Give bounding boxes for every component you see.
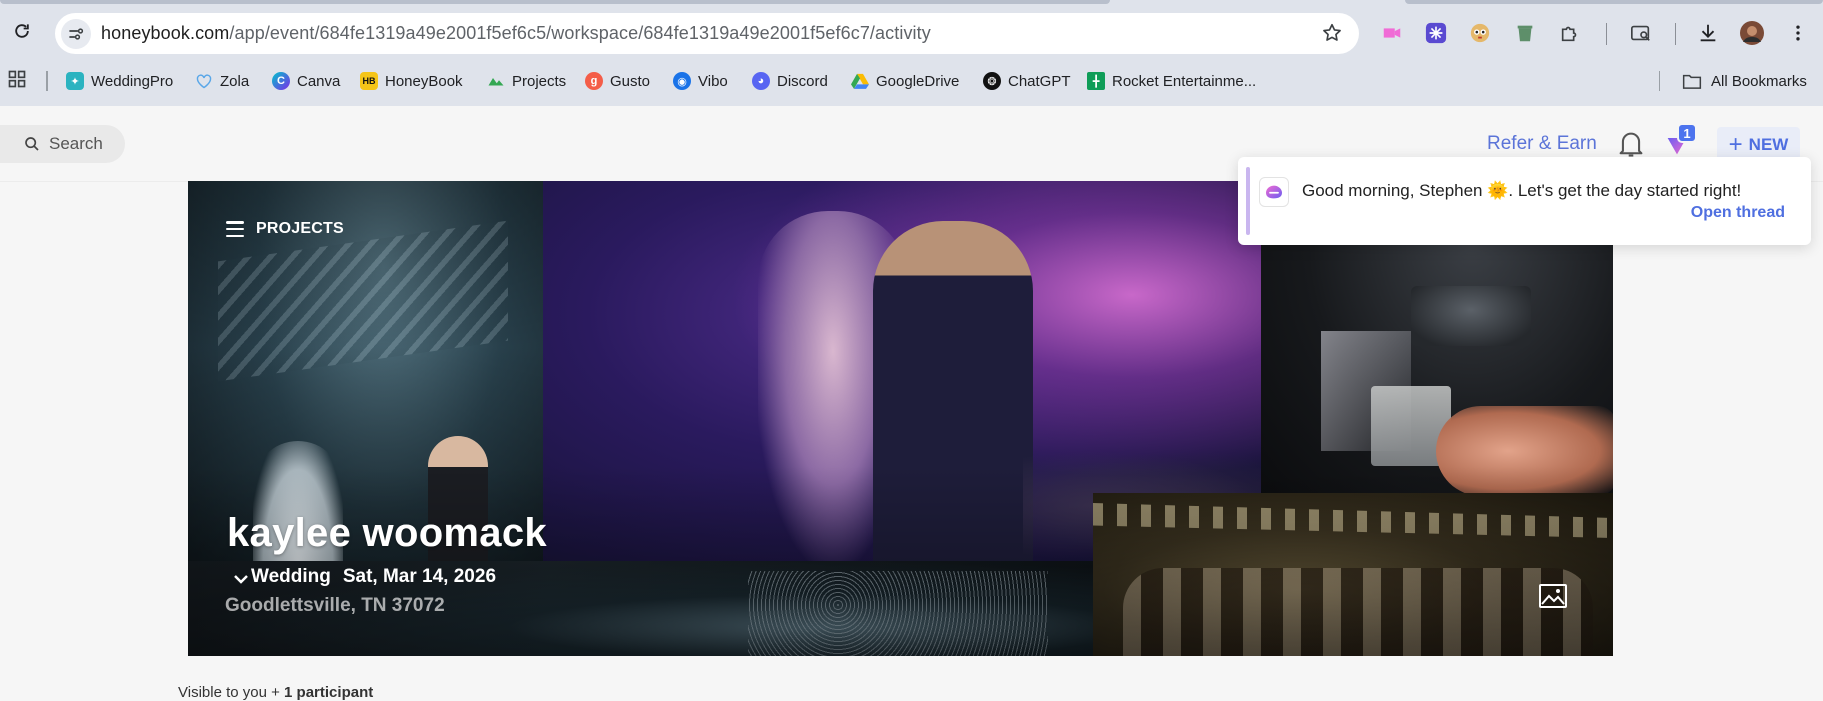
projects-icon [487,72,505,90]
url-text[interactable]: honeybook.com/app/event/684fe1319a49e200… [101,23,931,44]
site-info-icon[interactable] [61,18,91,49]
project-date[interactable]: Sat, Mar 14, 2026 [343,566,496,588]
bookmark-vibo[interactable]: ◉ Vibo [673,68,728,94]
google-drive-icon [851,72,869,90]
ai-notification-badge: 1 [1677,123,1697,143]
visibility-prefix: Visible to you + [178,684,285,701]
discord-icon: ◕ [752,72,770,90]
ai-greeting-toast[interactable]: Good morning, Stephen 🌞. Let's get the d… [1238,157,1811,245]
bookmark-canva[interactable]: C Canva [272,68,340,94]
search-icon [25,137,39,151]
bookmark-label: Canva [297,72,341,90]
toast-message: Good morning, Stephen 🌞. Let's get the d… [1302,181,1742,200]
owl-extension-icon[interactable] [1468,21,1492,45]
open-thread-link[interactable]: Open thread [1691,204,1785,222]
bookmark-label: Discord [777,72,828,90]
bookmarks-divider [46,71,48,91]
url-host: honeybook.com [101,23,230,43]
notifications-bell-icon[interactable] [1617,129,1645,159]
bookmark-googledrive[interactable]: GoogleDrive [851,68,959,94]
bookmark-gusto[interactable]: g Gusto [585,68,650,94]
bookmark-label: GoogleDrive [876,72,960,90]
address-bar[interactable]: honeybook.com/app/event/684fe1319a49e200… [55,13,1359,54]
project-title[interactable]: kaylee woomack [227,511,547,556]
tab-strip [0,0,1823,4]
project-location[interactable]: Goodlettsville, TN 37072 [225,595,445,617]
purple-star-extension-icon[interactable] [1424,21,1448,45]
inactive-tab-edge[interactable] [1405,0,1823,4]
bookmark-chatgpt[interactable]: ❂ ChatGPT [983,68,1071,94]
projects-menu-label: PROJECTS [256,220,344,237]
all-bookmarks-button[interactable]: All Bookmarks [1682,68,1807,94]
browser-toolbar: honeybook.com/app/event/684fe1319a49e200… [0,8,1823,54]
url-path: /app/event/684fe1319a49e2001f5ef6c5/work… [229,23,931,43]
project-meta: Wedding Sat, Mar 14, 2026 [233,563,496,591]
bookmark-honeybook[interactable]: HB HoneyBook [360,68,463,94]
ai-assistant-avatar-icon [1259,177,1289,207]
bookmark-discord[interactable]: ◕ Discord [752,68,828,94]
toolbar-divider [1606,23,1607,45]
toolbar-divider [1675,23,1676,45]
vibo-icon: ◉ [673,72,691,90]
bookmark-projects[interactable]: Projects [487,68,566,94]
apps-grid-icon[interactable] [7,69,29,91]
chatgpt-icon: ❂ [983,72,1001,90]
search-tab-icon[interactable] [1629,21,1653,45]
bookmarks-bar: ✦ WeddingPro Zola C Canva HB HoneyBook P… [0,62,1823,98]
green-trash-extension-icon[interactable] [1513,21,1537,45]
profile-avatar-icon[interactable] [1740,21,1764,45]
toast-accent-bar [1246,167,1250,235]
reload-icon[interactable] [9,18,35,44]
search-button[interactable]: Search [0,125,125,163]
gusto-icon: g [585,72,603,90]
folder-icon [1682,73,1702,90]
bookmark-rocket-entertainment[interactable]: ╋ Rocket Entertainme... [1087,68,1256,94]
download-icon[interactable] [1696,21,1720,45]
bookmark-label: Zola [220,72,250,90]
heart-icon [195,72,213,90]
bookmark-label: ChatGPT [1008,72,1071,90]
change-cover-image-icon[interactable] [1538,582,1568,610]
bookmark-label: Vibo [698,72,728,90]
pink-video-extension-icon[interactable] [1380,21,1404,45]
all-bookmarks-label: All Bookmarks [1711,72,1807,90]
bookmark-label: Rocket Entertainme... [1112,72,1257,90]
project-hero-banner: PROJECTS kaylee woomack Wedding Sat, Mar… [188,181,1613,656]
browser-chrome: honeybook.com/app/event/684fe1319a49e200… [0,0,1823,106]
bookmark-zola[interactable]: Zola [195,68,249,94]
honeybook-icon: HB [360,72,378,90]
chevron-down-icon[interactable] [233,569,249,591]
active-tab-edge[interactable] [0,0,1110,4]
bookmark-weddingpro[interactable]: ✦ WeddingPro [66,68,173,94]
puzzle-extensions-icon[interactable] [1558,21,1582,45]
weddingpro-icon: ✦ [66,72,84,90]
project-type[interactable]: Wedding [251,566,331,588]
bookmark-label: Projects [512,72,567,90]
kebab-menu-icon[interactable] [1786,21,1810,45]
projects-menu-button[interactable]: PROJECTS [226,220,344,238]
bookmarks-divider [1659,71,1660,91]
bookmark-label: WeddingPro [91,72,174,90]
bookmark-star-icon[interactable] [1321,22,1343,49]
bookmark-label: Gusto [610,72,651,90]
participant-count: 1 participant [284,684,374,701]
visibility-info[interactable]: Visible to you + 1 participant [178,684,373,701]
hamburger-icon [226,221,244,237]
new-label: NEW [1748,135,1789,154]
search-label: Search [49,134,103,153]
plus-icon: + [1728,131,1743,158]
canva-icon: C [272,72,290,90]
bookmark-label: HoneyBook [385,72,463,90]
refer-earn-link[interactable]: Refer & Earn [1487,133,1597,155]
sheets-icon: ╋ [1087,72,1105,90]
